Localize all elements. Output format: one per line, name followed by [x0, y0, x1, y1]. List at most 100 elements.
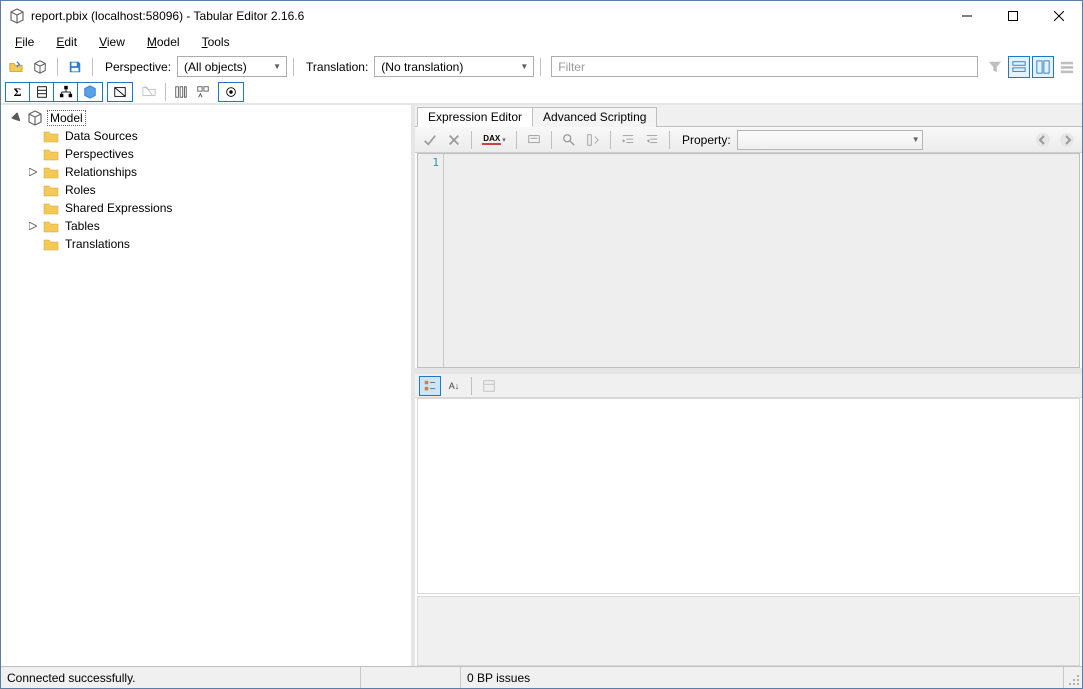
tree-node[interactable]: Translations — [25, 235, 407, 253]
alphabetical-icon[interactable]: A↓ — [443, 376, 465, 396]
view-mode-2-icon[interactable] — [1032, 56, 1054, 78]
tree-node[interactable]: Tables — [25, 217, 407, 235]
status-mid — [361, 667, 461, 688]
spacer — [27, 238, 39, 250]
tree-node[interactable]: Shared Expressions — [25, 199, 407, 217]
filter-toggle-icon[interactable] — [219, 83, 243, 101]
goto-icon[interactable] — [582, 129, 604, 151]
chevron-down-icon: ▼ — [517, 62, 531, 71]
tree-node[interactable]: Perspectives — [25, 145, 407, 163]
folder-icon — [43, 183, 59, 197]
separator — [540, 58, 541, 76]
tree-node[interactable]: Data Sources — [25, 127, 407, 145]
view-mode-1-icon[interactable] — [1008, 56, 1030, 78]
show-columns-icon[interactable] — [30, 83, 54, 101]
maximize-button[interactable] — [990, 1, 1036, 31]
perspective-combo[interactable]: (All objects) ▼ — [177, 56, 287, 77]
body: Model Data Sources Perspectives Relationsh… — [1, 105, 1082, 666]
show-hidden-icon[interactable] — [108, 83, 132, 101]
filter-input[interactable] — [551, 56, 978, 77]
tree-node-label[interactable]: Data Sources — [63, 129, 140, 143]
tree-node-label[interactable]: Relationships — [63, 165, 139, 179]
tree-node-label[interactable]: Shared Expressions — [63, 201, 174, 215]
translation-label: Translation: — [306, 60, 368, 74]
tree-node-label[interactable]: Roles — [63, 183, 98, 197]
save-icon[interactable] — [64, 56, 86, 78]
tab-expression-editor[interactable]: Expression Editor — [417, 107, 533, 127]
spacer — [27, 184, 39, 196]
property-combo[interactable]: ▼ — [737, 130, 923, 150]
status-bp: 0 BP issues — [461, 667, 1064, 688]
menu-model[interactable]: Model — [137, 33, 190, 51]
comment-icon[interactable] — [523, 129, 545, 151]
separator — [610, 131, 611, 149]
tree-pane[interactable]: Model Data Sources Perspectives Relationsh… — [1, 105, 415, 666]
dax-format-icon[interactable]: DAX ▾ — [478, 129, 510, 151]
outdent-icon[interactable] — [641, 129, 663, 151]
tree-node-label[interactable]: Tables — [63, 219, 102, 233]
resize-grip[interactable] — [1064, 667, 1082, 688]
menu-tools[interactable]: Tools — [192, 33, 240, 51]
nav-forward-icon[interactable] — [1056, 129, 1078, 151]
tab-label: Expression Editor — [428, 110, 522, 124]
expander-icon[interactable] — [27, 220, 39, 232]
expression-editor[interactable]: 1 — [417, 153, 1080, 368]
tree-node-model[interactable]: Model — [9, 109, 407, 127]
tree-node-label[interactable]: Model — [47, 110, 86, 126]
tree-node-label[interactable]: Translations — [63, 237, 132, 251]
expander-icon[interactable] — [27, 166, 39, 178]
connect-cube-icon[interactable] — [29, 56, 51, 78]
folder-icon — [43, 219, 59, 233]
tree-node[interactable]: Relationships — [25, 163, 407, 181]
property-description-pane — [417, 596, 1080, 666]
spacer — [27, 130, 39, 142]
separator — [165, 83, 166, 101]
tree-node[interactable]: Roles — [25, 181, 407, 199]
translation-combo[interactable]: (No translation) ▼ — [374, 56, 534, 77]
model-tree[interactable]: Model Data Sources Perspectives Relationsh… — [5, 109, 407, 253]
show-display-folders-icon[interactable] — [137, 82, 161, 100]
expander-icon[interactable] — [11, 112, 23, 124]
show-measures-icon[interactable]: Σ — [6, 83, 30, 101]
minimize-button[interactable] — [944, 1, 990, 31]
chevron-down-icon: ▼ — [270, 62, 284, 71]
cancel-icon[interactable] — [443, 129, 465, 151]
code-body[interactable] — [444, 154, 1079, 367]
propertypages-icon[interactable] — [478, 376, 500, 396]
close-button[interactable] — [1036, 1, 1082, 31]
window-controls — [944, 1, 1082, 31]
open-file-icon[interactable] — [5, 56, 27, 78]
tree-node-label[interactable]: Perspectives — [63, 147, 136, 161]
find-icon[interactable] — [558, 129, 580, 151]
categorized-icon[interactable] — [419, 376, 441, 396]
folder-icon — [43, 147, 59, 161]
accept-icon[interactable] — [419, 129, 441, 151]
menu-view[interactable]: View — [89, 33, 135, 51]
property-grid[interactable] — [417, 398, 1080, 594]
show-partitions-icon[interactable] — [78, 83, 102, 101]
tab-advanced-scripting[interactable]: Advanced Scripting — [532, 107, 657, 127]
perspective-label: Perspective: — [105, 60, 171, 74]
indent-icon[interactable] — [617, 129, 639, 151]
menu-file[interactable]: File — [5, 33, 44, 51]
window-title: report.pbix (localhost:58096) - Tabular … — [31, 9, 944, 23]
menubar: File Edit View Model Tools — [1, 31, 1082, 53]
titlebar: report.pbix (localhost:58096) - Tabular … — [1, 1, 1082, 31]
show-hierarchies-icon[interactable] — [54, 83, 78, 101]
menu-edit[interactable]: Edit — [46, 33, 87, 51]
folder-icon — [43, 129, 59, 143]
separator — [471, 377, 472, 395]
editor-toolbar: DAX ▾ Property: ▼ — [415, 127, 1082, 153]
separator — [92, 58, 93, 76]
app-icon — [9, 8, 25, 24]
sort-alpha-icon[interactable] — [170, 81, 192, 103]
view-mode-3-icon[interactable] — [1056, 56, 1078, 78]
separator — [551, 131, 552, 149]
nav-back-icon[interactable] — [1032, 129, 1054, 151]
property-label: Property: — [682, 133, 731, 147]
sort-type-icon[interactable] — [192, 81, 214, 103]
line-number: 1 — [418, 156, 439, 169]
folder-icon — [43, 201, 59, 215]
filter-funnel-icon[interactable] — [984, 56, 1006, 78]
tree-toolbar: Σ — [1, 81, 1082, 105]
